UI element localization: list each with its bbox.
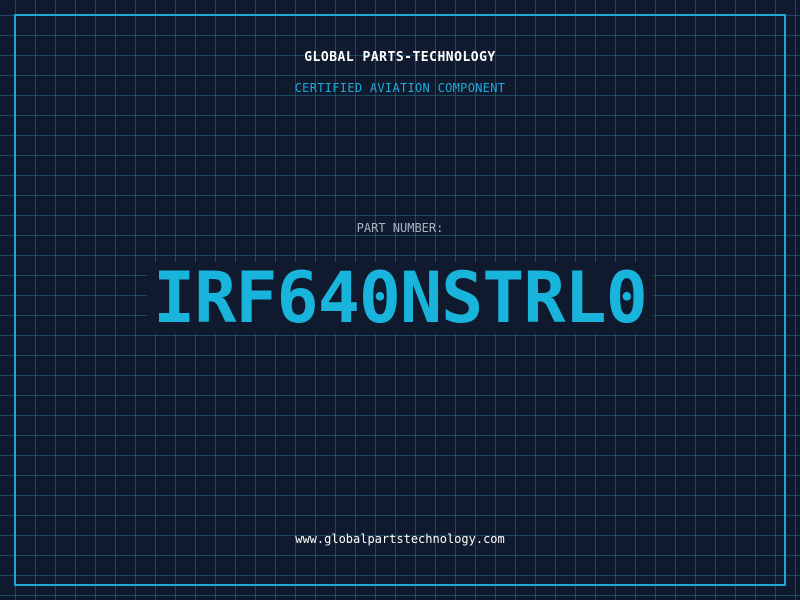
- part-number-label: PART NUMBER:: [356, 221, 444, 235]
- part-number: IRF640NSTRL0: [147, 262, 653, 334]
- label-card: GLOBAL PARTS-TECHNOLOGY CERTIFIED AVIATI…: [0, 0, 800, 600]
- website-url: www.globalpartstechnology.com: [295, 532, 505, 546]
- company-name: GLOBAL PARTS-TECHNOLOGY: [304, 50, 496, 65]
- part-number-container: IRF640NSTRL0: [0, 262, 800, 334]
- certification-subtitle: CERTIFIED AVIATION COMPONENT: [294, 81, 506, 95]
